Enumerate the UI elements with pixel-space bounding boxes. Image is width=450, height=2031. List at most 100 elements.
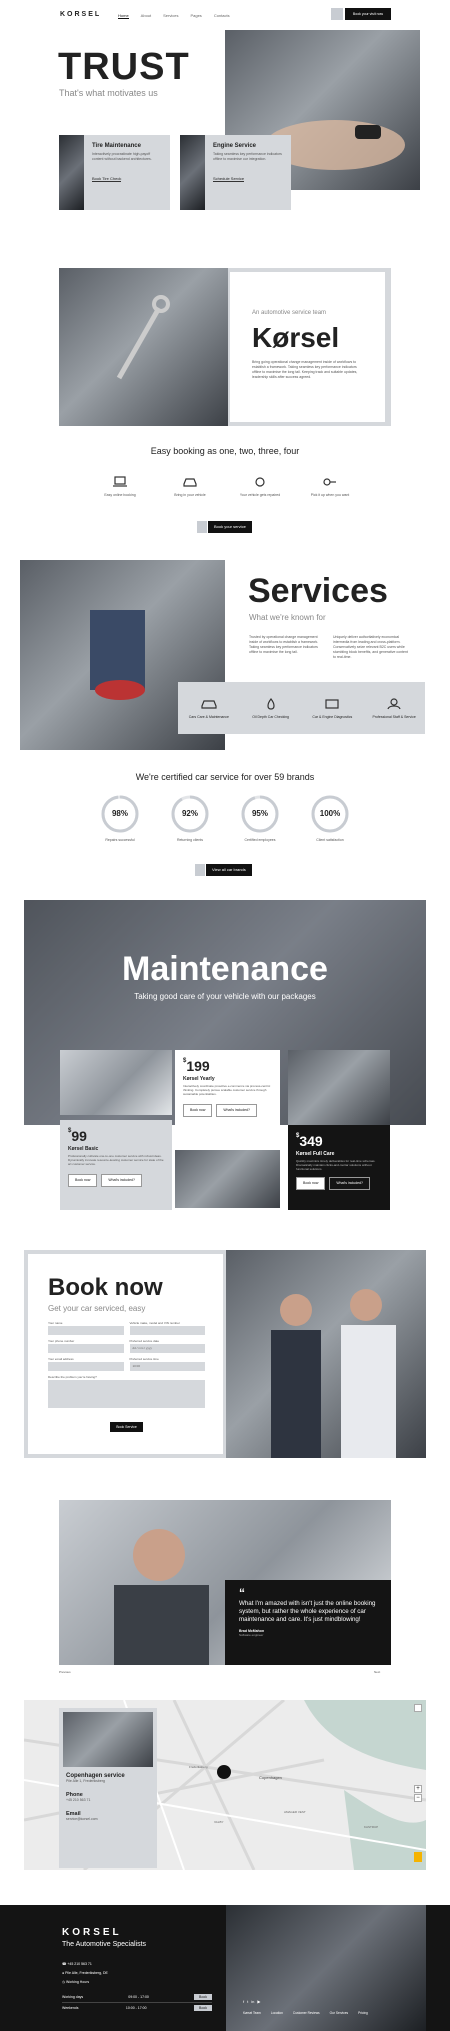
- plan-book-button[interactable]: Book now: [296, 1177, 326, 1190]
- plan-name: Kørsel Basic: [68, 1146, 99, 1152]
- service-item[interactable]: Professional Staff & Service: [368, 697, 420, 720]
- plan-text: Interactively coordinate proactive e-com…: [183, 1084, 271, 1096]
- plan-details-button[interactable]: What's included?: [329, 1177, 370, 1190]
- service-item[interactable]: Oil Depth Car Checking: [245, 697, 297, 720]
- testimonial-role: Software engineer: [239, 1633, 264, 1637]
- tire-card-link[interactable]: Book Tire Check: [92, 176, 122, 182]
- stat-value: 95%: [251, 809, 268, 818]
- quote-icon: “: [239, 1586, 245, 1600]
- footer-link[interactable]: Pricing: [358, 2011, 368, 2015]
- youtube-icon[interactable]: ▶: [257, 1999, 260, 2004]
- footer-hours-row: ◷ Working Hours: [62, 1978, 108, 1987]
- footer-logo[interactable]: KORSEL: [62, 1927, 122, 1938]
- view-brands-button[interactable]: View all car brands: [206, 864, 252, 876]
- name-input[interactable]: [48, 1326, 124, 1335]
- maintenance-title: Maintenance: [122, 950, 328, 988]
- contact-address: Pile Alle 1, Frederiksberg: [66, 1779, 105, 1783]
- date-input[interactable]: dd / mm / yyyy: [129, 1344, 205, 1353]
- steps-title: Easy booking as one, two, three, four: [150, 446, 300, 456]
- logo[interactable]: KORSEL: [60, 11, 101, 18]
- message-textarea[interactable]: [48, 1380, 205, 1408]
- tire-image: [59, 135, 84, 210]
- street-view-icon[interactable]: [414, 1852, 422, 1862]
- zoom-out-button[interactable]: −: [414, 1794, 422, 1802]
- services-title: Services: [248, 572, 388, 610]
- previous-button[interactable]: Previous: [59, 1670, 71, 1675]
- brands-icon[interactable]: [195, 864, 205, 876]
- hours-book-button[interactable]: Book: [194, 1994, 212, 2000]
- steps-list: Easy online booking Bring in your vehicl…: [90, 475, 360, 498]
- nav-item-pages[interactable]: Pages: [190, 13, 201, 19]
- book-service-button[interactable]: Book your service: [208, 521, 252, 533]
- footer-phone[interactable]: +45 210 563 71: [67, 1962, 91, 1966]
- key-icon: [323, 478, 336, 486]
- zoom-in-button[interactable]: +: [414, 1785, 422, 1793]
- nav-item-about[interactable]: About: [141, 13, 151, 19]
- plan-details-button[interactable]: What's included?: [216, 1104, 257, 1117]
- testimonial-section: “ What I'm amazed with isn't just the on…: [0, 1500, 450, 1680]
- service-label: Car & Engine Diagnostics: [312, 714, 353, 719]
- social-links: f t in ▶: [243, 1999, 260, 2004]
- plan-price: 99: [71, 1128, 87, 1144]
- stat-item: 92% Returning clients: [160, 794, 220, 843]
- stat-label: Certified employees: [244, 838, 276, 842]
- top-nav: KORSEL Home About Services Pages Contact…: [0, 0, 450, 30]
- contact-email[interactable]: service@korsel.com: [66, 1817, 150, 1822]
- book-title: Book now: [48, 1274, 163, 1301]
- stat-value: 100%: [319, 809, 341, 818]
- hours-book-button[interactable]: Book: [194, 2005, 212, 2011]
- phone-input[interactable]: [48, 1344, 124, 1353]
- service-item[interactable]: Cars Care & Maintenance: [183, 697, 235, 720]
- calendar-icon[interactable]: [197, 521, 207, 533]
- stat-label: Returning clients: [176, 838, 204, 842]
- instagram-icon[interactable]: in: [251, 1999, 254, 2004]
- search-icon[interactable]: [331, 8, 343, 20]
- time-select[interactable]: 10:00: [129, 1362, 205, 1371]
- footer-link[interactable]: Kørsel Team: [243, 2011, 261, 2015]
- map-label: VALBY: [214, 1820, 224, 1824]
- booking-form: Book now Get your car serviced, easy You…: [28, 1254, 223, 1454]
- contact-phone[interactable]: +45 210 563 71: [66, 1798, 150, 1803]
- nav-item-home[interactable]: Home: [118, 13, 129, 19]
- plan-book-button[interactable]: Book now: [68, 1174, 98, 1187]
- stat-circle: 100%: [310, 794, 350, 834]
- fullscreen-icon[interactable]: [414, 1704, 422, 1712]
- plan-book-button[interactable]: Book now: [183, 1104, 213, 1117]
- plan-details-button[interactable]: What's included?: [101, 1174, 142, 1187]
- mechanics-tablet-image: [226, 1250, 426, 1458]
- email-field: Your email address: [48, 1357, 124, 1371]
- email-input[interactable]: [48, 1362, 124, 1371]
- basic-plan-image: [60, 1050, 172, 1115]
- map-label: Copenhagen: [259, 1775, 282, 1780]
- about-card: An automotive service team Kørsel Bring …: [230, 272, 385, 422]
- service-label: Professional Staff & Service: [372, 714, 416, 719]
- tire-card: Tire Maintenance Interactively procrasti…: [84, 135, 170, 210]
- about-text: Bring going operational change managemen…: [252, 360, 358, 379]
- footer-link[interactable]: Our Services: [330, 2011, 348, 2015]
- stat-circle: 98%: [100, 794, 140, 834]
- footer-tagline: The Automotive Specialists: [62, 1941, 147, 1948]
- facebook-icon[interactable]: f: [243, 1999, 244, 2004]
- engine-card-link[interactable]: Schedule Service: [213, 176, 245, 182]
- vehicle-input[interactable]: [129, 1326, 205, 1335]
- booking-steps-section: Easy booking as one, two, three, four Ea…: [0, 440, 450, 540]
- car-care-icon: [201, 699, 217, 709]
- time-field: Preferred service time 10:00: [129, 1357, 205, 1371]
- footer-address-row: ● Pile Alle, Frederiksberg, DE: [62, 1969, 108, 1978]
- nav-item-services[interactable]: Services: [163, 13, 178, 19]
- footer-address: Pile Alle, Frederiksberg, DE: [65, 1971, 108, 1975]
- footer-link[interactable]: Customer Reviews: [293, 2011, 320, 2015]
- footer-links: Kørsel Team Location Customer Reviews Ou…: [243, 2011, 368, 2015]
- twitter-icon[interactable]: t: [247, 1999, 248, 2004]
- hours-day: Working days: [62, 1995, 84, 1999]
- book-visit-button[interactable]: Book your visit now: [345, 8, 391, 20]
- testimonial-card: “ What I'm amazed with isn't just the on…: [225, 1580, 391, 1665]
- map-label: AMAGER VEST: [284, 1810, 306, 1814]
- plan-price: 349: [299, 1133, 323, 1149]
- book-service-submit-button[interactable]: Book Service: [110, 1422, 143, 1432]
- nav-item-contacts[interactable]: Contacts: [214, 13, 230, 19]
- next-button[interactable]: Next: [374, 1670, 380, 1675]
- footer-link[interactable]: Location: [271, 2011, 283, 2015]
- service-item[interactable]: Car & Engine Diagnostics: [306, 697, 358, 720]
- about-kicker: An automotive service team: [252, 310, 327, 316]
